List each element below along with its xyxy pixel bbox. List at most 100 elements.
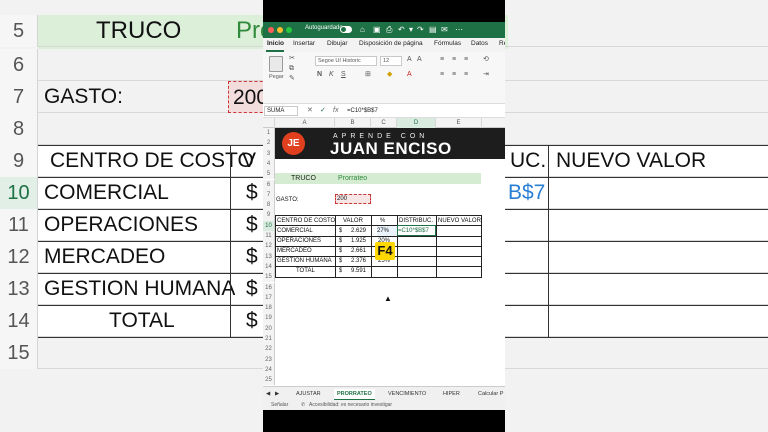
tab-datos[interactable]: Datos	[471, 40, 488, 47]
more-icon[interactable]: ⋯	[455, 24, 463, 36]
scroll-right-icon[interactable]: ▶	[275, 389, 279, 399]
column-header-c[interactable]: C	[371, 118, 397, 128]
sheet-tab-prorrateo[interactable]: PRORRATEO	[334, 389, 375, 400]
sheet-tab-ajustar[interactable]: AJUSTAR	[296, 389, 321, 399]
italic-icon[interactable]: K	[329, 70, 334, 80]
align-bottom-icon[interactable]: ≡	[464, 55, 468, 65]
tab-disposicion-pagina[interactable]: Disposición de página	[359, 40, 423, 47]
tab-formulas[interactable]: Fórmulas	[434, 40, 461, 47]
align-center-icon[interactable]: ≡	[452, 70, 456, 80]
tab-insertar[interactable]: Insertar	[293, 40, 315, 47]
row-header[interactable]: 9	[263, 210, 275, 221]
align-left-icon[interactable]: ≡	[440, 70, 444, 80]
column-header-a[interactable]: A	[275, 118, 335, 128]
row-header[interactable]: 15	[263, 272, 275, 283]
print-icon[interactable]: ⎙	[386, 24, 392, 36]
redo-icon[interactable]: ↷	[417, 24, 424, 36]
active-cell-d10[interactable]	[397, 225, 436, 236]
cancel-icon[interactable]: ✕	[307, 106, 313, 116]
column-header-e[interactable]: E	[436, 118, 482, 128]
column-header-b[interactable]: B	[335, 118, 371, 128]
align-top-icon[interactable]: ≡	[440, 55, 444, 65]
undo-dropdown-icon[interactable]: ▾	[409, 24, 413, 36]
column-header-d[interactable]: D	[397, 118, 436, 128]
home-icon[interactable]: ⌂	[360, 24, 365, 36]
maximize-window-button[interactable]	[286, 27, 292, 33]
table-cell-name[interactable]: COMERCIAL	[277, 226, 313, 236]
row-header[interactable]: 4	[263, 158, 275, 170]
row-header[interactable]: 3	[263, 148, 275, 159]
minimize-window-button[interactable]	[277, 27, 283, 33]
confirm-icon[interactable]: ✓	[320, 106, 326, 116]
row-header[interactable]: 2	[263, 138, 275, 149]
accessibility-icon[interactable]: ✆	[301, 400, 305, 410]
sheet-tab-hiper[interactable]: HIPER	[443, 389, 460, 399]
tab-dibujar[interactable]: Dibujar	[327, 40, 348, 47]
tab-inicio[interactable]: Inicio	[267, 40, 284, 47]
tab-revisar[interactable]: Re	[499, 40, 505, 47]
autosave-toggle[interactable]	[340, 26, 352, 33]
row-header[interactable]: 18	[263, 303, 275, 314]
table-cell-name[interactable]: OPERACIONES	[277, 236, 321, 246]
row-header[interactable]: 22	[263, 344, 275, 355]
align-right-icon[interactable]: ≡	[464, 70, 468, 80]
row-header[interactable]: 5	[263, 169, 275, 180]
table-cell-name[interactable]: MERCADEO	[277, 246, 312, 256]
row-header[interactable]: 14	[263, 261, 275, 273]
align-middle-icon[interactable]: ≡	[452, 55, 456, 65]
bold-icon[interactable]: N	[317, 70, 322, 80]
row-header[interactable]: 19	[263, 313, 275, 324]
row-header[interactable]: 21	[263, 334, 275, 345]
row-header[interactable]: 23	[263, 354, 275, 365]
formula-input[interactable]: =C10*$B$7	[347, 106, 378, 116]
underline-icon[interactable]: S	[341, 70, 346, 80]
gasto-value[interactable]: 200	[337, 194, 347, 204]
accessibility-status[interactable]: Accesibilidad: es necesario investigar	[309, 400, 392, 410]
table-cell-value[interactable]: 2.376	[351, 256, 366, 266]
row-header[interactable]: 1	[263, 128, 275, 139]
paste-button[interactable]	[269, 56, 283, 72]
table-cell-name[interactable]: GESTION HUMANA	[277, 256, 332, 266]
select-all-corner[interactable]	[263, 118, 275, 128]
borders-icon[interactable]: ⊞	[365, 70, 371, 80]
row-header[interactable]: 12	[263, 241, 275, 252]
fx-icon[interactable]: fx	[333, 106, 338, 116]
decrease-font-icon[interactable]: A	[417, 55, 422, 65]
table-cell-value[interactable]: 2.661	[351, 246, 366, 256]
sheet-tab-calcular[interactable]: Calcular P	[478, 389, 503, 399]
font-name-select[interactable]: Segoe UI Historic	[315, 56, 377, 66]
background-header: V	[242, 149, 257, 172]
row-header[interactable]: 17	[263, 292, 275, 304]
close-window-button[interactable]	[268, 27, 274, 33]
copy-icon[interactable]: ⧉	[289, 64, 294, 74]
table-cell-pct[interactable]: 27%	[377, 226, 397, 236]
row-header[interactable]: 16	[263, 282, 275, 293]
row-header[interactable]: 24	[263, 364, 275, 376]
save-icon[interactable]: ▣	[373, 24, 381, 36]
font-color-icon[interactable]: A	[407, 70, 412, 80]
format-painter-icon[interactable]: ✎	[289, 74, 295, 84]
row-header[interactable]: 7	[263, 189, 275, 201]
row-header[interactable]: 20	[263, 323, 275, 334]
table-cell-value[interactable]: 1.925	[351, 236, 366, 246]
sheet-tab-vencimiento[interactable]: VENCIMIENTO	[388, 389, 426, 399]
table-total-value[interactable]: 9.591	[351, 266, 366, 276]
fill-color-icon[interactable]: ◆	[387, 70, 392, 80]
row-header[interactable]: 25	[263, 375, 275, 386]
row-header[interactable]: 8	[263, 200, 275, 211]
increase-font-icon[interactable]: A	[407, 55, 412, 65]
name-box[interactable]: SUMA	[264, 106, 298, 116]
undo-icon[interactable]: ↶	[398, 24, 405, 36]
orientation-icon[interactable]: ⟲	[483, 55, 489, 65]
scroll-left-icon[interactable]: ◀	[266, 389, 270, 399]
cut-icon[interactable]: ✂	[289, 54, 295, 64]
row-header[interactable]: 13	[263, 251, 275, 262]
mail-icon[interactable]: ✉	[441, 24, 448, 36]
row-header[interactable]: 11	[263, 231, 275, 242]
row-header[interactable]: 10	[263, 220, 275, 231]
indent-icon[interactable]: ⇥	[483, 70, 489, 80]
row-header[interactable]: 6	[263, 179, 275, 190]
table-cell-value[interactable]: 2.629	[351, 226, 366, 236]
document-icon[interactable]: ▤	[429, 24, 437, 36]
font-size-select[interactable]: 12	[380, 56, 402, 66]
